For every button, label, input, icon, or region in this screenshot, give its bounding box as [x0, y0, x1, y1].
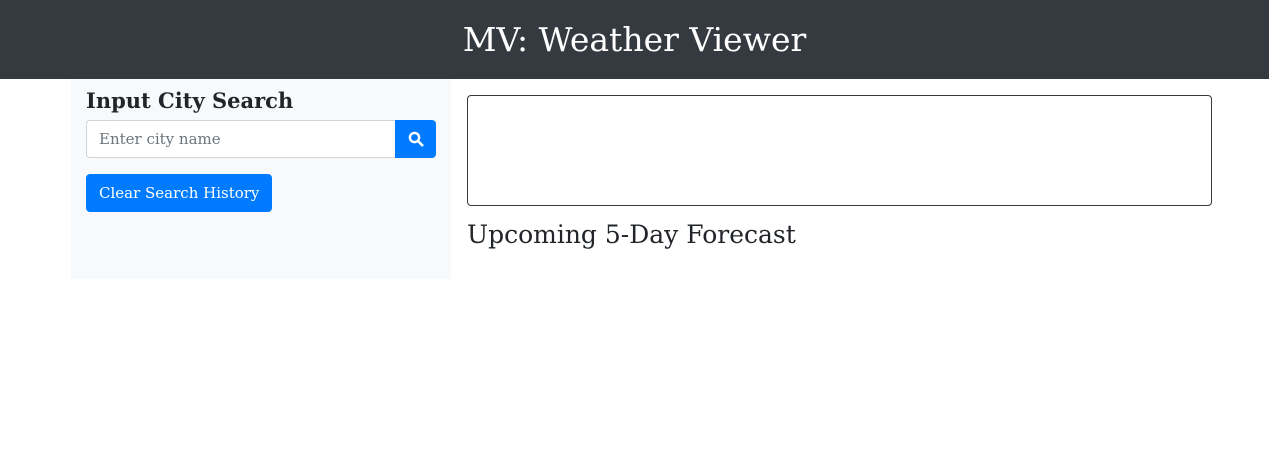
- clear-history-button[interactable]: Clear Search History: [86, 174, 273, 212]
- forecast-heading: Upcoming 5-Day Forecast: [467, 220, 796, 249]
- search-sidebar: Input City Search Clear Search History: [71, 79, 451, 279]
- search-button[interactable]: [395, 120, 436, 158]
- current-weather-card: [467, 95, 1212, 206]
- search-heading: Input City Search: [86, 88, 294, 113]
- app-header: MV: Weather Viewer: [0, 0, 1269, 79]
- city-search-input[interactable]: [86, 120, 395, 158]
- search-icon: [408, 131, 423, 147]
- search-group: [86, 120, 436, 158]
- page-title: MV: Weather Viewer: [462, 20, 807, 59]
